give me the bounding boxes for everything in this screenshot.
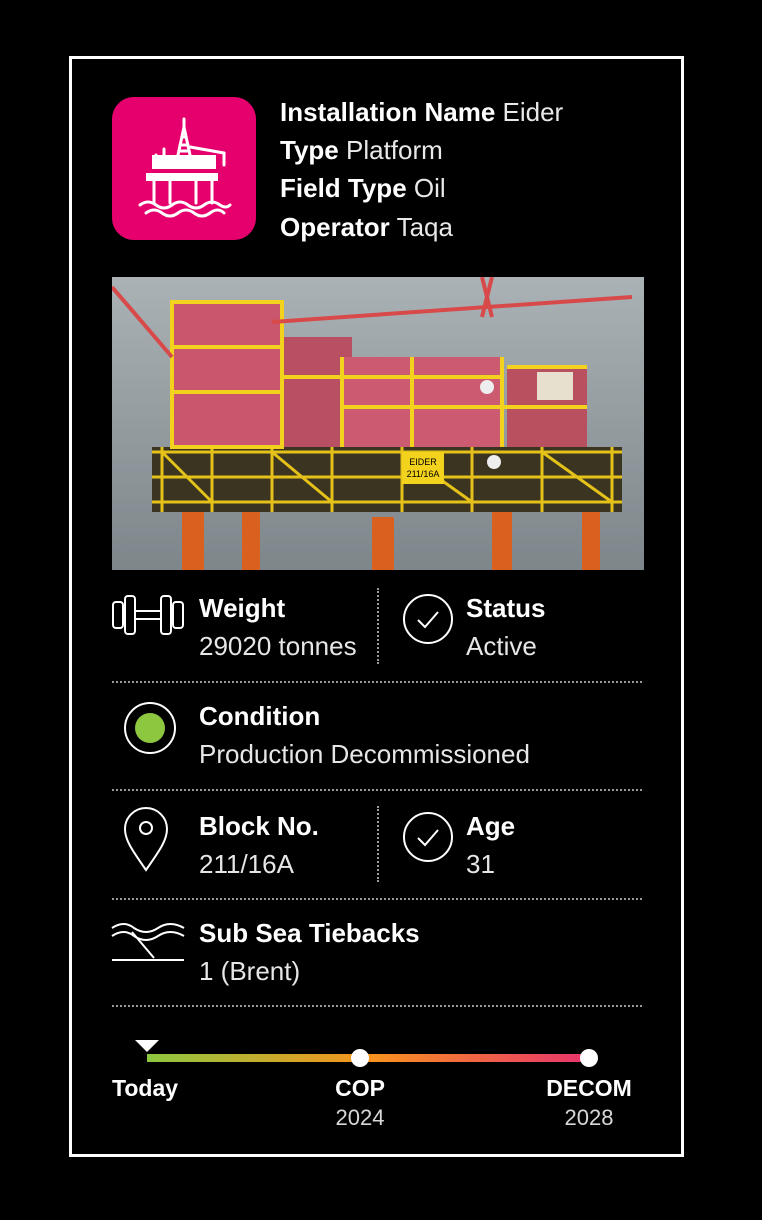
block-label: Block No. — [199, 811, 319, 841]
divider — [112, 1005, 642, 1007]
timeline-label-decom: DECOM — [546, 1075, 632, 1101]
operator-label: Operator — [280, 212, 390, 242]
block-value: 211/16A — [199, 849, 294, 879]
field-type-value: Oil — [413, 173, 446, 203]
type-row: Type Platform — [280, 134, 443, 166]
status-value: Active — [466, 631, 537, 661]
field-type-row: Field Type Oil — [280, 172, 446, 204]
divider-vertical — [377, 588, 379, 664]
timeline-label-today: Today — [112, 1075, 179, 1101]
photo-sign-block: 211/16A — [407, 469, 440, 479]
divider — [112, 898, 642, 900]
status-label: Status — [466, 593, 546, 623]
operator-value: Taqa — [396, 212, 453, 242]
map-pin-icon — [122, 806, 170, 872]
weight-label: Weight — [199, 593, 286, 623]
check-circle-icon — [402, 811, 454, 863]
type-value: Platform — [346, 135, 443, 165]
check-circle-icon — [402, 593, 454, 645]
dumbbell-icon — [110, 592, 186, 638]
timeline-point-cop — [351, 1049, 369, 1067]
installation-name-value: Eider — [502, 97, 564, 127]
age-value: 31 — [466, 849, 495, 879]
type-label: Type — [280, 135, 339, 165]
condition-label: Condition — [199, 701, 321, 731]
waves-icon — [110, 918, 186, 964]
field-type-label: Field Type — [280, 173, 407, 203]
today-marker-icon — [135, 1039, 159, 1052]
condition-indicator-icon — [123, 701, 177, 755]
photo-sign-name: EIDER — [409, 457, 437, 467]
divider — [112, 681, 642, 683]
timeline-label-cop: COP — [335, 1075, 385, 1101]
operator-row: Operator Taqa — [280, 211, 453, 243]
tiebacks-value: 1 (Brent) — [199, 956, 301, 986]
divider — [112, 789, 642, 791]
tiebacks-label: Sub Sea Tiebacks — [199, 918, 420, 948]
condition-value: Production Decommissioned — [199, 739, 530, 769]
oil-platform-icon — [112, 97, 256, 240]
weight-value: 29020 tonnes — [199, 631, 357, 661]
timeline-year-cop: 2024 — [335, 1105, 385, 1130]
timeline-year-decom: 2028 — [564, 1105, 614, 1130]
age-label: Age — [466, 811, 516, 841]
timeline-point-decom — [580, 1049, 598, 1067]
platform-photo: EIDER 211/16A — [110, 276, 644, 570]
divider-vertical — [377, 806, 379, 882]
installation-name-row: Installation Name Eider — [280, 96, 563, 128]
installation-name-label: Installation Name — [280, 97, 496, 127]
